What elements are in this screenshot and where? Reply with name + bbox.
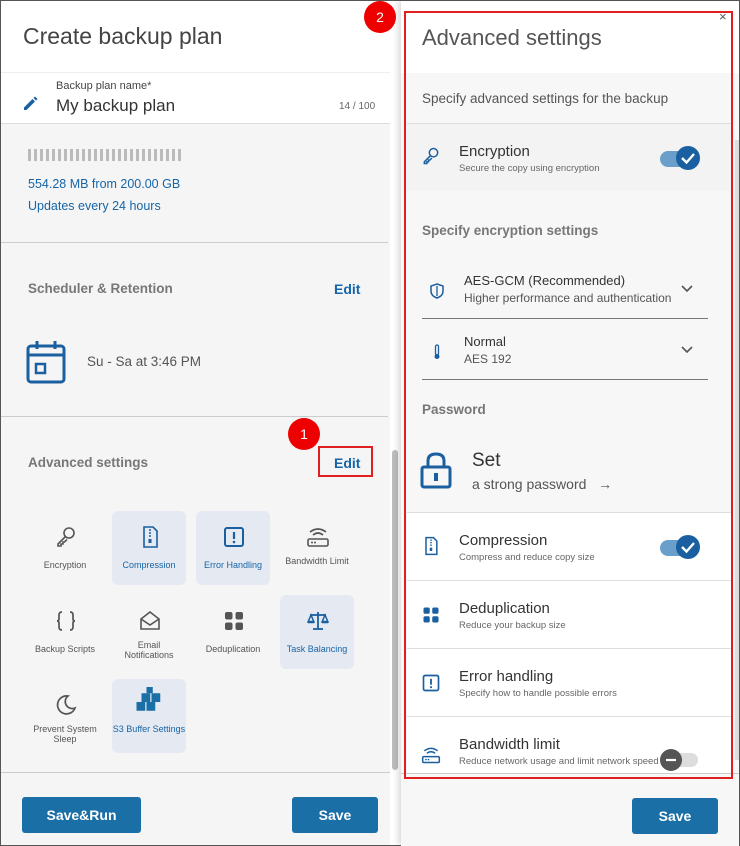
storage-usage-bar [28,149,184,161]
storage-updates-text[interactable]: Updates every 24 hours [28,199,161,213]
mail-icon [140,610,160,630]
key-icon [57,527,75,547]
divider [1,416,388,417]
scale-icon [306,612,330,630]
tile-label: Error Handling [203,560,263,570]
tile-label: Compression [122,560,176,570]
braces-icon [56,611,76,631]
scheduler-edit-button[interactable]: Edit [334,281,360,297]
divider [1,242,388,243]
tile-deduplication[interactable]: Deduplication [196,595,270,669]
schedule-summary: Su - Sa at 3:46 PM [87,354,202,369]
calendar-icon [26,341,66,384]
plan-name-label: Backup plan name* [56,80,152,92]
pencil-icon [24,96,38,110]
right-footer: Save [401,773,739,846]
advanced-panel-highlight-box [404,11,733,779]
scheduler-section-title: Scheduler & Retention [28,281,173,296]
left-footer: Save&Run Save [1,772,390,845]
tile-label: S3 Buffer Settings [112,724,186,734]
error-icon [224,527,244,547]
save-button[interactable]: Save [292,797,378,833]
storage-usage-text[interactable]: 554.28 MB from 200.00 GB [28,177,180,191]
tile-backup-scripts[interactable]: Backup Scripts [28,595,102,669]
tile-email-notifications[interactable]: Email Notifications [112,595,186,669]
moon-icon [56,695,77,715]
cubes-icon [136,687,161,711]
tile-label: Bandwidth Limit [285,556,349,566]
advanced-section-title: Advanced settings [28,455,149,470]
right-scrollbar[interactable] [735,140,739,760]
tile-label: Backup Scripts [34,644,96,654]
plan-name-value[interactable]: My backup plan [56,96,175,116]
tile-label: Encryption [43,560,87,570]
left-header: Create backup plan [1,1,390,73]
tile-error-handling[interactable]: Error Handling [196,511,270,585]
tile-prevent-system-sleep[interactable]: Prevent System Sleep [28,679,102,753]
tile-compression[interactable]: Compression [112,511,186,585]
router-icon [307,528,329,547]
tile-label: Task Balancing [286,644,348,654]
left-scrollbar[interactable] [392,450,398,770]
tile-label: Email Notifications [124,640,174,660]
plan-name-counter: 14 / 100 [339,101,376,112]
tile-s3-buffer-settings[interactable]: S3 Buffer Settings [112,679,186,753]
callout-badge-2: 2 [364,1,396,33]
callout-badge-1: 1 [288,418,320,450]
tile-label: Prevent System Sleep [33,724,97,744]
grid-icon [225,612,243,630]
tile-bandwidth-limit[interactable]: Bandwidth Limit [280,511,354,585]
save-button[interactable]: Save [632,798,718,834]
tile-task-balancing[interactable]: Task Balancing [280,595,354,669]
advanced-edit-button[interactable]: Edit [334,455,360,471]
compression-icon [143,526,158,548]
tile-label: Deduplication [205,644,261,654]
page-title: Create backup plan [23,23,223,49]
tile-encryption[interactable]: Encryption [28,511,102,585]
save-and-run-button[interactable]: Save&Run [22,797,141,833]
